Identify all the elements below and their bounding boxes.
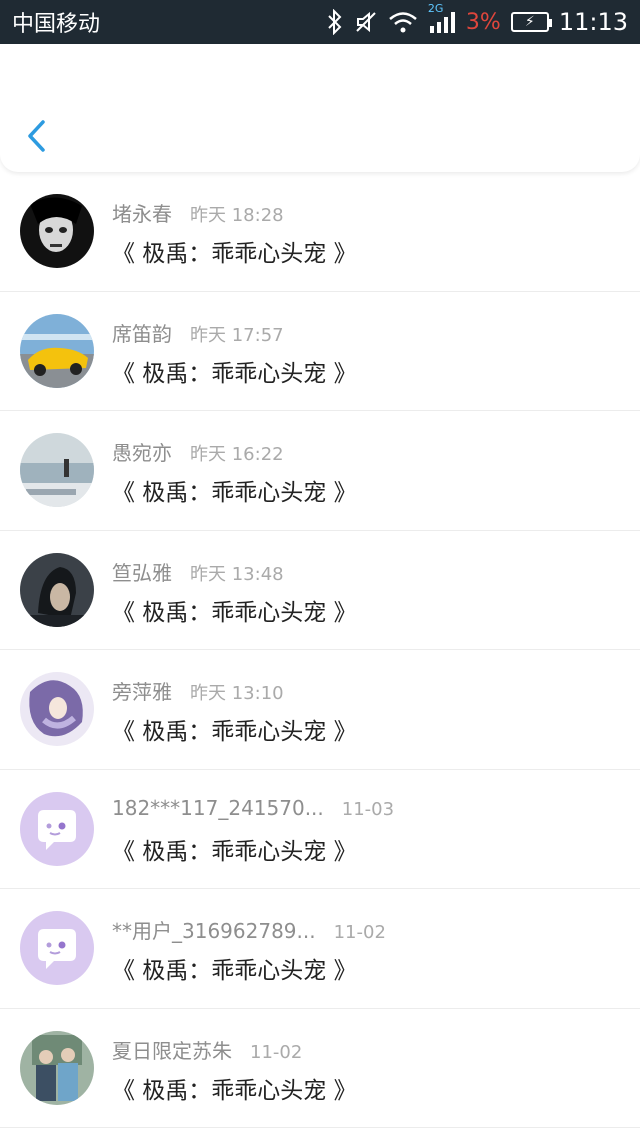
status-icons: 2G 3% ⚡ 11:13 — [326, 2, 628, 36]
avatar[interactable] — [20, 313, 94, 388]
status-bar: 中国移动 2G 3% ⚡ 11:13 — [0, 0, 640, 44]
sender-name: 席笛韵 — [112, 321, 172, 346]
message-text: 《 极禹：乖乖心头宠 》 — [112, 241, 357, 267]
message-time: 昨天 13:10 — [190, 683, 284, 704]
message-text: 《 极禹：乖乖心头宠 》 — [112, 360, 357, 387]
wifi-icon — [388, 8, 418, 36]
sender-name: 笪弘雅 — [112, 560, 172, 585]
avatar[interactable] — [20, 791, 94, 866]
list-item[interactable]: **用户_316962789... 11-02 《 极禹：乖乖心头宠 》 — [0, 889, 640, 1009]
item-meta: 愚宛亦 昨天 16:22 — [112, 437, 284, 466]
item-meta: 旁萍雅 昨天 13:10 — [112, 676, 284, 705]
cell-signal-icon: 2G — [428, 2, 456, 36]
header-bar — [0, 44, 640, 172]
message-time: 昨天 18:28 — [190, 205, 284, 226]
carrier-label: 中国移动 — [12, 12, 101, 37]
avatar[interactable] — [20, 552, 94, 627]
list-item[interactable]: 夏日限定苏朱 11-02 《 极禹：乖乖心头宠 》 — [0, 1009, 640, 1128]
avatar[interactable] — [20, 194, 94, 268]
message-time: 昨天 16:22 — [190, 444, 284, 465]
list-item[interactable]: 笪弘雅 昨天 13:48 《 极禹：乖乖心头宠 》 — [0, 531, 640, 650]
bluetooth-icon — [326, 8, 344, 36]
default-chat-icon — [20, 911, 94, 985]
list-item[interactable]: 182***117_241570... 11-03 《 极禹：乖乖心头宠 》 — [0, 770, 640, 889]
message-text: 《 极禹：乖乖心头宠 》 — [112, 480, 357, 506]
message-time: 11-02 — [250, 1041, 303, 1063]
message-text: 《 极禹：乖乖心头宠 》 — [112, 958, 357, 984]
network-type: 2G — [427, 2, 444, 15]
item-meta: 夏日限定苏朱 11-02 — [112, 1035, 302, 1064]
list-item[interactable]: 愚宛亦 昨天 16:22 《 极禹：乖乖心头宠 》 — [0, 411, 640, 531]
message-time: 11-02 — [333, 922, 386, 943]
item-meta: 席笛韵 昨天 17:57 — [112, 318, 284, 347]
chevron-left-icon — [28, 120, 45, 152]
item-meta: 堵永春 昨天 18:28 — [112, 198, 284, 227]
item-meta: 笪弘雅 昨天 13:48 — [112, 557, 284, 586]
message-text: 《 极禹：乖乖心头宠 》 — [112, 1077, 357, 1104]
avatar[interactable] — [20, 433, 94, 507]
sender-name: 旁萍雅 — [112, 680, 172, 704]
message-text: 《 极禹：乖乖心头宠 》 — [112, 719, 357, 745]
avatar[interactable] — [20, 672, 94, 746]
avatar[interactable] — [20, 1030, 94, 1105]
message-time: 昨天 13:48 — [190, 563, 284, 585]
item-meta: 182***117_241570... 11-03 — [112, 796, 394, 820]
list-item[interactable]: 旁萍雅 昨天 13:10 《 极禹：乖乖心头宠 》 — [0, 650, 640, 770]
mute-icon — [354, 8, 378, 36]
back-button[interactable] — [18, 116, 54, 156]
clock: 11:13 — [558, 8, 628, 36]
sender-name: 夏日限定苏朱 — [112, 1038, 232, 1063]
battery-charging-icon: ⚡ — [510, 12, 552, 32]
sender-name: **用户_316962789... — [112, 919, 316, 943]
sender-name: 182***117_241570... — [112, 795, 324, 820]
battery-percent: 3% — [465, 9, 501, 35]
default-chat-icon — [20, 791, 94, 866]
item-meta: **用户_316962789... 11-02 — [112, 915, 386, 944]
message-list: 堵永春 昨天 18:28 《 极禹：乖乖心头宠 》 席笛韵 昨天 17:57 《… — [0, 172, 640, 1128]
message-text: 《 极禹：乖乖心头宠 》 — [112, 838, 357, 865]
message-time: 11-03 — [341, 798, 395, 820]
list-item[interactable]: 堵永春 昨天 18:28 《 极禹：乖乖心头宠 》 — [0, 172, 640, 292]
avatar[interactable] — [20, 911, 94, 985]
sender-name: 堵永春 — [112, 202, 172, 226]
message-text: 《 极禹：乖乖心头宠 》 — [112, 599, 357, 626]
sender-name: 愚宛亦 — [112, 441, 172, 465]
message-time: 昨天 17:57 — [190, 324, 284, 346]
list-item[interactable]: 席笛韵 昨天 17:57 《 极禹：乖乖心头宠 》 — [0, 292, 640, 411]
